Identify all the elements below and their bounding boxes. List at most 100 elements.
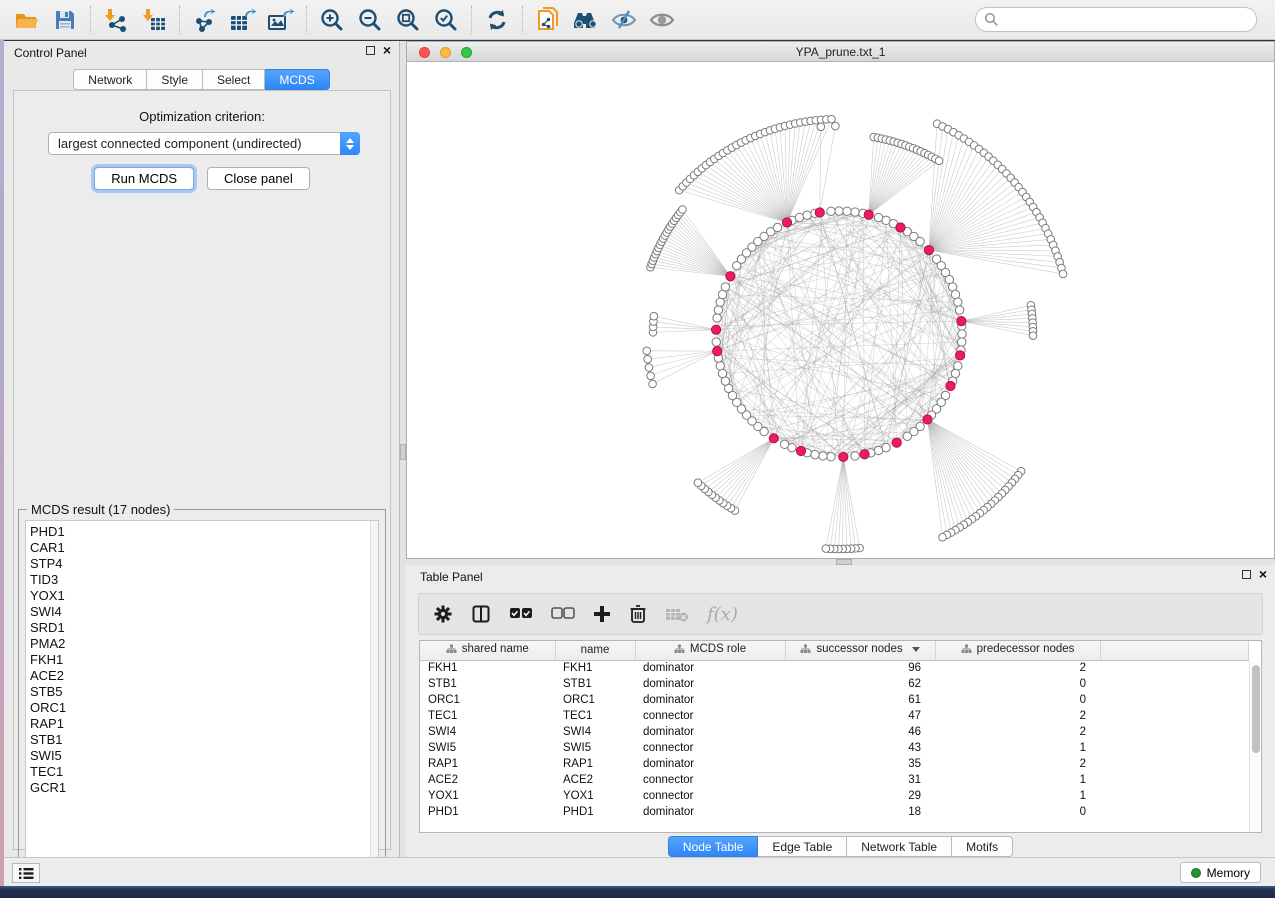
table-cell[interactable]: RAP1 [420, 756, 555, 772]
mcds-result-item[interactable]: CAR1 [30, 540, 378, 556]
table-cell[interactable]: 96 [785, 660, 935, 676]
mcds-result-item[interactable]: SRD1 [30, 620, 378, 636]
table-cell[interactable]: connector [635, 788, 785, 804]
mcds-hub-node[interactable] [726, 272, 735, 281]
table-cell[interactable] [1100, 756, 1248, 772]
table-cell[interactable]: 2 [935, 660, 1100, 676]
mcds-result-item[interactable]: FKH1 [30, 652, 378, 668]
column-header-shared-name[interactable]: shared name [420, 641, 555, 660]
graph-node[interactable] [958, 330, 966, 338]
table-cell[interactable]: connector [635, 708, 785, 724]
table-cell[interactable] [1100, 724, 1248, 740]
graph-node[interactable] [650, 312, 658, 320]
delete-table-button[interactable] [665, 606, 689, 622]
graph-node[interactable] [645, 364, 653, 372]
graph-node[interactable] [843, 207, 851, 215]
column-header-name[interactable]: name [555, 641, 635, 660]
table-cell[interactable]: 29 [785, 788, 935, 804]
table-cell[interactable] [1100, 788, 1248, 804]
network-window-titlebar[interactable]: YPA_prune.txt_1 [407, 42, 1274, 62]
import-table-button[interactable] [135, 4, 173, 36]
mcds-result-item[interactable]: ORC1 [30, 700, 378, 716]
column-header-MCDS-role[interactable]: MCDS role [635, 641, 785, 660]
table-cell[interactable]: 1 [935, 740, 1100, 756]
mcds-hub-node[interactable] [923, 415, 932, 424]
graph-node[interactable] [851, 208, 859, 216]
table-cell[interactable] [1100, 676, 1248, 692]
table-row[interactable]: TEC1TEC1connector472 [420, 708, 1248, 724]
table-cell[interactable]: SWI4 [420, 724, 555, 740]
table-cell[interactable]: 2 [935, 756, 1100, 772]
graph-node[interactable] [955, 306, 963, 314]
table-cell[interactable]: connector [635, 772, 785, 788]
graph-node[interactable] [903, 432, 911, 440]
table-row[interactable]: STB1STB1dominator620 [420, 676, 1248, 692]
table-cell[interactable]: YOX1 [420, 788, 555, 804]
table-cell[interactable]: dominator [635, 804, 785, 820]
table-cell[interactable]: FKH1 [420, 660, 555, 676]
graph-node[interactable] [718, 369, 726, 377]
table-row[interactable]: ORC1ORC1dominator610 [420, 692, 1248, 708]
graph-node[interactable] [716, 298, 724, 306]
mcds-result-item[interactable]: YOX1 [30, 588, 378, 604]
table-cell[interactable]: 35 [785, 756, 935, 772]
table-cell[interactable]: 0 [935, 804, 1100, 820]
table-cell[interactable]: 61 [785, 692, 935, 708]
search-box[interactable] [975, 7, 1257, 32]
graph-node[interactable] [822, 545, 830, 553]
task-history-button[interactable] [12, 863, 40, 883]
mcds-result-item[interactable]: STB1 [30, 732, 378, 748]
graph-node[interactable] [939, 533, 947, 541]
search-input[interactable] [999, 13, 1248, 27]
mcds-hub-node[interactable] [839, 452, 848, 461]
maximize-window-icon[interactable] [461, 47, 472, 58]
graph-node[interactable] [649, 380, 657, 388]
graph-node[interactable] [644, 355, 652, 363]
open-file-button[interactable] [8, 4, 46, 36]
graph-node[interactable] [951, 290, 959, 298]
graph-node[interactable] [1059, 270, 1067, 278]
graph-node[interactable] [803, 211, 811, 219]
mcds-result-item[interactable]: STB5 [30, 684, 378, 700]
graph-node[interactable] [795, 213, 803, 221]
column-header-predecessor-nodes[interactable]: predecessor nodes [935, 641, 1100, 660]
graph-node[interactable] [721, 283, 729, 291]
table-row[interactable]: FKH1FKH1dominator962 [420, 660, 1248, 676]
table-cell[interactable]: YOX1 [555, 788, 635, 804]
mcds-hub-node[interactable] [782, 218, 791, 227]
mcds-result-scrollbar[interactable] [370, 521, 378, 873]
export-image-button[interactable] [262, 4, 300, 36]
float-table-panel-icon[interactable] [1242, 570, 1251, 579]
table-cell[interactable]: SWI4 [555, 724, 635, 740]
table-cell[interactable]: STB1 [420, 676, 555, 692]
search-network-button[interactable] [567, 4, 605, 36]
table-cell[interactable] [1100, 708, 1248, 724]
zoom-out-button[interactable] [351, 4, 389, 36]
table-cell[interactable]: RAP1 [555, 756, 635, 772]
table-cell[interactable]: STB1 [555, 676, 635, 692]
graph-node[interactable] [954, 362, 962, 370]
table-cell[interactable]: SWI5 [420, 740, 555, 756]
table-tab-edge-table[interactable]: Edge Table [758, 836, 847, 857]
table-cell[interactable]: PHD1 [420, 804, 555, 820]
table-cell[interactable] [1100, 692, 1248, 708]
close-panel-icon[interactable]: × [383, 45, 391, 55]
table-row[interactable]: PHD1PHD1dominator180 [420, 804, 1248, 820]
unselect-all-button[interactable] [551, 607, 575, 621]
control-tab-mcds[interactable]: MCDS [265, 69, 329, 90]
close-table-panel-icon[interactable]: × [1259, 569, 1267, 579]
close-panel-button[interactable]: Close panel [207, 167, 310, 190]
hide-panel-button[interactable] [605, 4, 643, 36]
mcds-hub-node[interactable] [796, 446, 805, 455]
export-table-button[interactable] [224, 4, 262, 36]
mcds-hub-node[interactable] [713, 347, 722, 356]
table-cell[interactable]: 1 [935, 772, 1100, 788]
graph-node[interactable] [827, 453, 835, 461]
table-row[interactable]: SWI4SWI4dominator462 [420, 724, 1248, 740]
create-column-button[interactable] [593, 605, 611, 623]
graph-node[interactable] [714, 306, 722, 314]
mcds-result-item[interactable]: TID3 [30, 572, 378, 588]
graph-node[interactable] [819, 452, 827, 460]
graph-node[interactable] [712, 338, 720, 346]
minimize-window-icon[interactable] [440, 47, 451, 58]
